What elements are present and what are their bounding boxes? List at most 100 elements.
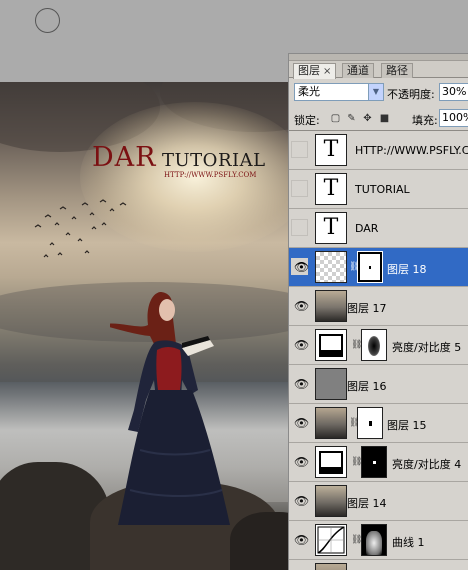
woman-figure [110, 292, 230, 525]
layer-mask-thumbnail[interactable] [361, 446, 387, 478]
layer-name: 图层 18 [387, 263, 427, 276]
layers-panel: 图层 × 通道 路径 柔光 ▼ 不透明度: 30% 锁定: ▢ ✎ ✥ ■ 填充:… [288, 53, 468, 570]
eye-icon: 👁 [294, 533, 310, 547]
mask-shape [368, 336, 380, 356]
blend-mode-select[interactable]: 柔光 ▼ [294, 83, 384, 101]
visibility-toggle[interactable] [291, 219, 308, 236]
layer-mask-thumbnail[interactable] [361, 524, 387, 556]
logo-url: HTTP://WWW.PSFLY.COM [164, 171, 257, 179]
panel-tabs: 图层 × 通道 路径 [289, 61, 468, 79]
chevron-down-icon[interactable]: ▼ [368, 84, 383, 100]
lock-transparent-icon[interactable]: ▢ [330, 113, 341, 124]
opacity-value: 30% [442, 85, 467, 98]
fill-input[interactable]: 100% [439, 109, 468, 127]
layer-row-selected[interactable]: 👁 ⛓ 图层 18 [289, 248, 468, 287]
opacity-input[interactable]: 30% [439, 83, 468, 101]
layer-row[interactable]: T DAR [289, 209, 468, 248]
eye-icon: 👁 [294, 455, 310, 469]
eye-icon: 👁 [294, 338, 310, 352]
tab-channels-label: 通道 [347, 64, 369, 77]
layer-row[interactable]: T TUTORIAL [289, 170, 468, 209]
text-layer-icon: T [323, 137, 339, 162]
eye-icon: 👁 [294, 416, 310, 430]
mask-shape [366, 531, 382, 555]
tab-paths-label: 路径 [386, 64, 408, 77]
layer-thumbnail [315, 290, 347, 322]
text-layer-thumbnail: T [315, 134, 347, 166]
layer-row[interactable]: 👁 ⛓ 亮度/对比度 5 [289, 326, 468, 365]
visibility-toggle[interactable]: 👁 [291, 531, 310, 548]
layer-thumbnail [315, 251, 347, 283]
blend-mode-value: 柔光 [298, 85, 320, 98]
visibility-toggle[interactable] [291, 141, 308, 158]
mask-dot [369, 266, 371, 269]
layer-mask-thumbnail[interactable] [357, 251, 383, 283]
brightness-contrast-thumbnail [315, 446, 347, 478]
layer-row[interactable]: 👁 ⛓ 亮度/对比度 4 [289, 443, 468, 482]
adjustment-icon [319, 334, 343, 352]
visibility-toggle[interactable]: 👁 [291, 375, 309, 392]
layer-name: 亮度/对比度 5 [392, 341, 462, 354]
tab-channels[interactable]: 通道 [342, 63, 374, 78]
layer-row-partial[interactable] [289, 560, 468, 570]
layer-thumbnail [315, 407, 347, 439]
tab-layers[interactable]: 图层 × [293, 63, 337, 79]
logo: DAR TUTORIAL HTTP://WWW.PSFLY.COM [92, 144, 272, 184]
text-layer-thumbnail: T [315, 173, 347, 205]
layer-name: 亮度/对比度 4 [392, 458, 462, 471]
curves-thumbnail [315, 524, 347, 556]
adjustment-icon-bar [319, 469, 343, 474]
visibility-toggle[interactable]: 👁 [291, 453, 310, 470]
text-layer-thumbnail: T [315, 212, 347, 244]
layers-list: T HTTP://WWW.PSFLY.COM T TUTORIAL T DAR … [289, 130, 468, 570]
adjustment-icon-bar [319, 352, 343, 357]
brush-cursor [35, 8, 60, 33]
close-icon[interactable]: × [323, 66, 331, 77]
layer-thumbnail [315, 563, 347, 570]
eye-icon: 👁 [294, 260, 310, 274]
lock-all-icon[interactable]: ■ [379, 113, 390, 124]
layer-name: 图层 16 [347, 380, 387, 393]
visibility-toggle[interactable]: 👁 [291, 336, 310, 353]
tab-paths[interactable]: 路径 [381, 63, 413, 78]
brightness-contrast-thumbnail [315, 329, 347, 361]
lock-paint-icon[interactable]: ✎ [346, 113, 357, 124]
blend-row: 柔光 ▼ 不透明度: 30% [289, 80, 468, 104]
layer-name: 曲线 1 [392, 536, 425, 549]
mask-dot [369, 421, 372, 426]
layer-thumbnail [315, 368, 347, 400]
layer-row[interactable]: 👁 图层 17 [289, 287, 468, 326]
lock-move-icon[interactable]: ✥ [362, 113, 373, 124]
visibility-toggle[interactable]: 👁 [291, 258, 310, 275]
mask-dot [373, 461, 376, 464]
text-layer-icon: T [323, 215, 339, 240]
visibility-toggle[interactable]: 👁 [291, 297, 310, 314]
fill-value: 100% [442, 111, 468, 124]
layer-name: TUTORIAL [355, 183, 410, 196]
visibility-toggle[interactable] [291, 180, 308, 197]
layer-row[interactable]: 👁 ⛓ 图层 15 [289, 404, 468, 443]
layer-row[interactable]: 👁 图层 14 [289, 482, 468, 521]
layer-name: 图层 14 [347, 497, 387, 510]
layer-mask-thumbnail[interactable] [357, 407, 383, 439]
layer-thumbnail [315, 485, 347, 517]
visibility-toggle[interactable]: 👁 [291, 414, 310, 431]
birds [34, 199, 127, 258]
panel-titlebar[interactable] [289, 54, 468, 61]
layer-name: DAR [355, 222, 379, 235]
layer-row[interactable]: 👁 图层 16 [289, 365, 468, 404]
logo-dar: DAR [92, 142, 157, 173]
layer-mask-thumbnail[interactable] [361, 329, 387, 361]
fill-label: 填充: [412, 114, 438, 127]
text-layer-icon: T [323, 176, 339, 201]
tab-layers-label: 图层 [298, 64, 320, 77]
layer-row[interactable]: T HTTP://WWW.PSFLY.COM [289, 131, 468, 170]
layer-name: 图层 17 [347, 302, 387, 315]
logo-tutorial: TUTORIAL [162, 150, 266, 171]
layer-row[interactable]: 👁 ⛓ 曲线 1 [289, 521, 468, 560]
visibility-toggle[interactable]: 👁 [291, 492, 309, 509]
document-canvas[interactable]: DAR TUTORIAL HTTP://WWW.PSFLY.COM [0, 82, 300, 570]
eye-icon: 👁 [294, 299, 310, 313]
curves-icon [317, 526, 345, 554]
lock-label: 锁定: [294, 114, 320, 127]
